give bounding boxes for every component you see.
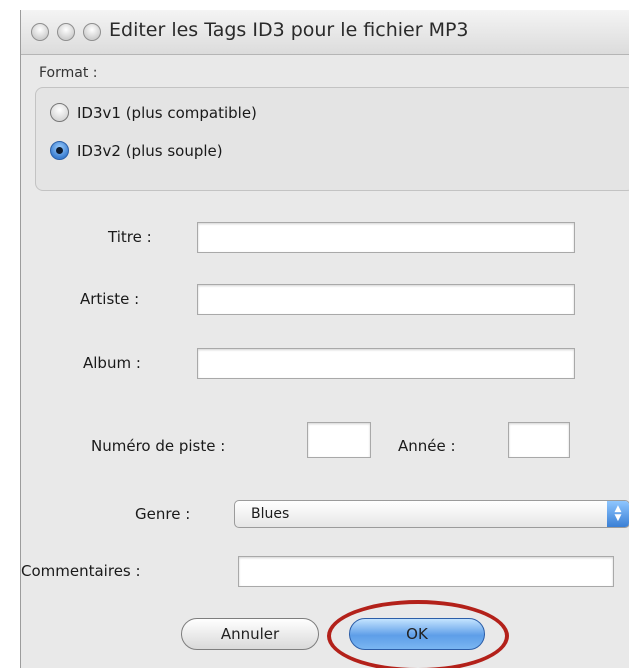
format-label: Format : — [39, 65, 98, 81]
album-input[interactable] — [197, 348, 575, 379]
minimize-window-button[interactable] — [57, 23, 75, 41]
title-bar: Editer les Tags ID3 pour le fichier MP3 — [21, 10, 629, 55]
genre-value: Blues — [251, 506, 290, 522]
commentaires-input[interactable] — [238, 556, 614, 587]
numero-piste-label: Numéro de piste : — [91, 437, 226, 455]
titre-input[interactable] — [197, 222, 575, 253]
numero-piste-input[interactable] — [307, 422, 371, 458]
radio-button-id3v1[interactable] — [50, 103, 69, 122]
zoom-window-button[interactable] — [83, 23, 101, 41]
titre-label: Titre : — [108, 228, 152, 246]
genre-popup[interactable]: Blues ▲ ▼ — [234, 500, 629, 528]
artiste-label: Artiste : — [80, 290, 140, 308]
id3-tag-editor-dialog: Editer les Tags ID3 pour le fichier MP3 … — [20, 10, 629, 668]
album-label: Album : — [83, 354, 141, 372]
window-title: Editer les Tags ID3 pour le fichier MP3 — [109, 19, 469, 41]
radio-label-id3v2: ID3v2 (plus souple) — [77, 141, 223, 160]
radio-option-id3v1[interactable]: ID3v1 (plus compatible) — [50, 103, 257, 122]
close-window-button[interactable] — [31, 23, 49, 41]
popup-arrows-icon: ▲ ▼ — [607, 501, 629, 527]
radio-label-id3v1: ID3v1 (plus compatible) — [77, 103, 257, 122]
commentaires-label: Commentaires : — [21, 562, 141, 580]
radio-option-id3v2[interactable]: ID3v2 (plus souple) — [50, 141, 223, 160]
annee-input[interactable] — [508, 422, 570, 458]
ok-button[interactable]: OK — [349, 618, 485, 650]
annee-label: Année : — [398, 437, 456, 455]
genre-label: Genre : — [135, 505, 191, 523]
artiste-input[interactable] — [197, 284, 575, 315]
cancel-button[interactable]: Annuler — [181, 618, 319, 650]
radio-button-id3v2[interactable] — [50, 141, 69, 160]
format-group: ID3v1 (plus compatible) ID3v2 (plus soup… — [35, 87, 629, 191]
